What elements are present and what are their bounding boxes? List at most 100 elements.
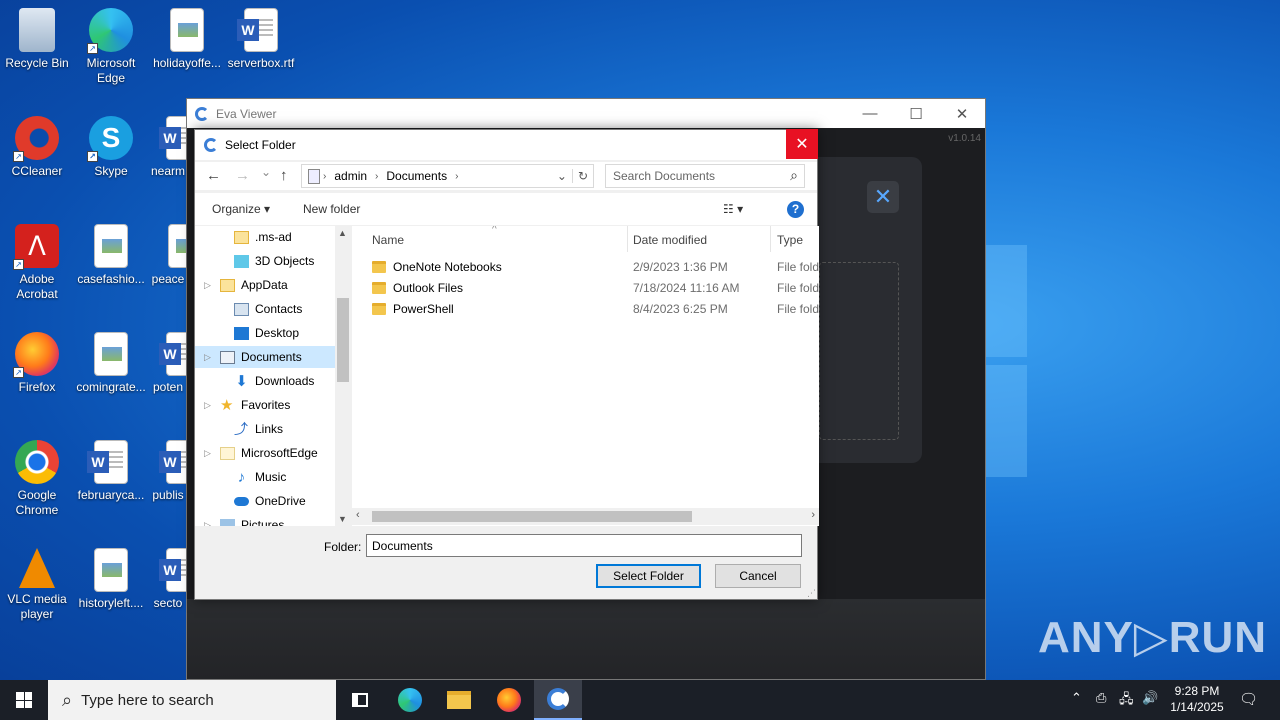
network-icon[interactable]: 🖧 — [1119, 690, 1134, 712]
organize-button[interactable]: Organize ▾ — [212, 202, 270, 216]
desktop-icon-casefashio[interactable]: casefashio... — [74, 224, 148, 287]
close-button[interactable]: ✕ — [939, 99, 985, 128]
navigation-pane-scrollbar[interactable]: ▲ ▼ — [335, 226, 351, 526]
taskbar-firefox-button[interactable] — [485, 680, 533, 720]
list-item[interactable]: Outlook Files 7/18/2024 11:16 AM File fo… — [372, 277, 819, 298]
dialog-close-button[interactable]: ✕ — [786, 129, 818, 159]
folder-label: Folder: — [324, 540, 362, 554]
taskbar-eva-viewer-button[interactable] — [534, 680, 582, 720]
taskbar-file-explorer-button[interactable] — [435, 680, 483, 720]
notifications-icon[interactable]: 🗨 — [1239, 690, 1258, 708]
scrollbar-thumb[interactable] — [372, 511, 692, 522]
tree-item-favorites[interactable]: ▷ ★ Favorites — [195, 394, 350, 416]
desktop-icon-publis[interactable]: publis — [150, 440, 186, 503]
tree-item-music[interactable]: ♪ Music — [195, 466, 350, 488]
tree-item-ms-ad[interactable]: .ms-ad — [195, 226, 350, 248]
tree-item-3d-objects[interactable]: 3D Objects — [195, 250, 350, 272]
forward-button[interactable]: → — [235, 167, 250, 184]
up-button[interactable]: ↑ — [280, 167, 288, 184]
desktop-icon-label: casefashio... — [77, 272, 145, 286]
list-item[interactable]: OneNote Notebooks 2/9/2023 1:36 PM File … — [372, 256, 819, 277]
column-header-name[interactable]: Name — [366, 226, 628, 252]
network-drive-icon[interactable]: ⎙ — [1096, 690, 1106, 706]
search-input[interactable]: Search Documents ⌕ — [605, 164, 805, 188]
desktop-icon-comingrate[interactable]: comingrate... — [74, 332, 148, 395]
desktop-icon-label: VLC media player — [7, 592, 67, 621]
expand-chevron-icon[interactable]: ▷ — [195, 352, 220, 363]
file-name: Outlook Files — [393, 280, 464, 295]
eva-viewer-logo-icon — [547, 688, 569, 710]
folder-field[interactable]: Documents — [366, 534, 802, 557]
tree-item-downloads[interactable]: ⬇ Downloads — [195, 370, 350, 392]
desktop-icon-ccleaner[interactable]: ↗ CCleaner — [0, 116, 74, 179]
tree-item-contacts[interactable]: Contacts — [195, 298, 350, 320]
refresh-button[interactable]: ↻ — [571, 169, 593, 183]
expand-chevron-icon[interactable]: ▷ — [195, 448, 220, 459]
desktop-icon-poten[interactable]: poten — [150, 332, 186, 395]
app-titlebar[interactable]: Eva Viewer — ☐ ✕ — [187, 99, 985, 128]
tree-item-onedrive[interactable]: OneDrive — [195, 490, 350, 512]
cancel-button[interactable]: Cancel — [715, 564, 801, 588]
back-button[interactable]: ← — [206, 167, 221, 184]
panel-close-button[interactable]: ✕ — [867, 181, 899, 213]
expand-chevron-icon[interactable]: ▷ — [195, 280, 220, 291]
breadcrumb-segment[interactable]: Documents — [381, 169, 452, 183]
dialog-titlebar[interactable]: Select Folder — [195, 130, 817, 160]
desktop-icon-recycle-bin[interactable]: Recycle Bin — [0, 8, 74, 71]
expand-chevron-icon[interactable]: ▷ — [195, 520, 220, 527]
desktop-icon-label: Recycle Bin — [5, 56, 69, 70]
desktop-icon-serverbox[interactable]: serverbox.rtf — [224, 8, 298, 71]
cloud-icon — [234, 496, 249, 506]
maximize-button[interactable]: ☐ — [893, 99, 939, 128]
tree-item-microsoftedge[interactable]: ▷ MicrosoftEdge — [195, 442, 350, 464]
system-clock[interactable]: 9:28 PM 1/14/2025 — [1162, 683, 1232, 715]
tree-item-documents[interactable]: ▷ Documents — [195, 346, 350, 368]
volume-icon[interactable]: 🔊 — [1142, 690, 1158, 706]
desktop-icon-edge[interactable]: ↗ Microsoft Edge — [74, 8, 148, 86]
tree-item-desktop[interactable]: Desktop — [195, 322, 350, 344]
scroll-right-icon[interactable]: › — [811, 509, 815, 521]
desktop-icon-holidayoffe[interactable]: holidayoffe... — [150, 8, 224, 71]
scroll-down-icon[interactable]: ▼ — [338, 514, 347, 524]
tree-item-appdata[interactable]: ▷ AppData — [195, 274, 350, 296]
select-folder-button[interactable]: Select Folder — [596, 564, 701, 588]
desktop-icon-februaryca[interactable]: februaryca... — [74, 440, 148, 503]
clock-time: 9:28 PM — [1174, 684, 1220, 698]
desktop-icon-skype[interactable]: S ↗ Skype — [74, 116, 148, 179]
show-hidden-icons-button[interactable]: ⌃ — [1071, 690, 1082, 706]
start-button[interactable] — [0, 680, 48, 720]
scrollbar-thumb[interactable] — [337, 298, 349, 382]
file-list-scrollbar[interactable]: ‹ › — [352, 508, 819, 525]
resize-grip-icon[interactable]: ⋰ — [807, 588, 816, 599]
task-view-button[interactable] — [336, 680, 384, 720]
desktop-icon-nearm[interactable]: nearm — [150, 116, 186, 179]
address-dropdown-button[interactable]: ⌄ — [552, 169, 572, 183]
desktop-icon-adobe-acrobat[interactable]: ᐱ ↗ Adobe Acrobat — [0, 224, 74, 302]
new-folder-button[interactable]: New folder — [303, 202, 360, 216]
taskbar-edge-button[interactable] — [386, 680, 434, 720]
shortcut-arrow-icon: ↗ — [13, 151, 24, 162]
scroll-up-icon[interactable]: ▲ — [338, 228, 347, 238]
recent-locations-button[interactable]: ⌄ — [261, 165, 271, 179]
breadcrumb-segment[interactable]: admin — [329, 169, 372, 183]
list-item[interactable]: PowerShell 8/4/2023 6:25 PM File fold — [372, 298, 819, 319]
address-bar[interactable]: › admin › Documents › ⌄ ↻ — [301, 164, 594, 188]
expand-chevron-icon[interactable]: ▷ — [195, 400, 220, 411]
taskbar-search-input[interactable]: ⌕ Type here to search — [48, 680, 336, 720]
desktop-icon-peace[interactable]: peace — [150, 224, 186, 287]
column-header-date[interactable]: Date modified — [627, 226, 771, 252]
tree-item-links[interactable]: ⤴ Links — [195, 418, 350, 440]
desktop-icon-historyleft[interactable]: historyleft.... — [74, 548, 148, 611]
view-options-button[interactable]: ☷ ▾ — [723, 202, 743, 216]
drop-zone[interactable] — [819, 262, 899, 440]
desktop-icon-google-chrome[interactable]: Google Chrome — [0, 440, 74, 518]
desktop-icon-firefox[interactable]: ↗ Firefox — [0, 332, 74, 395]
help-button[interactable]: ? — [787, 201, 804, 218]
minimize-button[interactable]: — — [847, 99, 893, 128]
taskbar-search-placeholder: Type here to search — [81, 691, 214, 709]
tree-item-pictures[interactable]: ▷ Pictures — [195, 514, 350, 526]
desktop-icon-vlc[interactable]: VLC media player — [0, 548, 74, 622]
scroll-left-icon[interactable]: ‹ — [356, 509, 360, 521]
desktop-icon-secto[interactable]: secto — [150, 548, 186, 611]
column-header-type[interactable]: Type — [771, 226, 819, 252]
